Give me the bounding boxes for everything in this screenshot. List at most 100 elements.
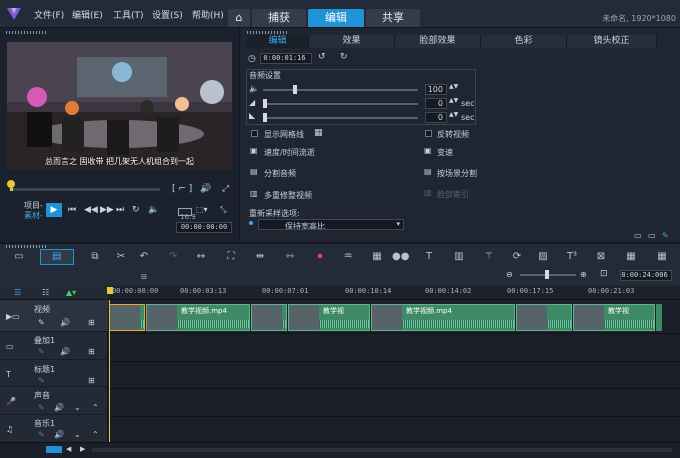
video-clip-partial[interactable] — [656, 304, 662, 331]
ripple-track-icon[interactable]: ⊞ — [88, 376, 95, 385]
show-all-tracks-icon[interactable]: ☰ — [14, 288, 21, 297]
grid-settings-icon[interactable]: ▦ — [314, 128, 323, 138]
subtitle-editor-icon[interactable]: ▥ — [452, 250, 466, 264]
timeline-view-button[interactable]: ▤ — [40, 249, 74, 265]
play-button[interactable]: ▶ — [46, 203, 62, 217]
reverse-video-checkbox[interactable] — [425, 130, 432, 137]
menu-edit[interactable]: 编辑(E) — [72, 8, 103, 21]
repeat-icon[interactable]: ↻ — [132, 205, 140, 215]
tools-icon[interactable]: ✂ — [114, 250, 128, 264]
snapshot-icon[interactable]: ⬚▾ — [196, 205, 208, 214]
split-screen-icon[interactable]: ▦ — [655, 250, 669, 264]
zoom-slider-thumb[interactable] — [545, 270, 549, 279]
motion-tracking-icon[interactable]: ●● — [392, 250, 409, 264]
menu-file[interactable]: 文件(F) — [34, 8, 64, 21]
tab-share[interactable]: 共享 — [366, 9, 420, 27]
fade-out-thumb[interactable] — [263, 113, 267, 122]
rotate-right-icon[interactable]: ↻ — [340, 52, 348, 62]
tab-face-effects[interactable]: 脸部效果 — [395, 35, 481, 48]
ripple-icon[interactable]: ⊟ — [137, 270, 151, 284]
scroll-indicator[interactable] — [46, 446, 62, 453]
video-preview[interactable]: 总而言之 固收带 把几架无人机组合到一起 — [7, 42, 232, 170]
edit-icon[interactable]: ✎ — [38, 376, 45, 385]
enlarge-icon[interactable]: ⤡ — [220, 205, 226, 215]
fade-out-stepper-icon[interactable]: ▲▼ — [449, 111, 458, 118]
next-frame-icon[interactable]: ▶▶ — [100, 205, 114, 215]
menu-help[interactable]: 帮助(H) — [192, 8, 224, 21]
variable-speed-button[interactable]: 变速 — [437, 147, 453, 158]
pan-zoom-icon[interactable]: ⛶ — [224, 250, 238, 264]
loop-icon[interactable]: ⟳ — [510, 250, 524, 264]
horizontal-scrollbar[interactable] — [92, 448, 672, 452]
fade-in-field[interactable]: 0 — [425, 98, 447, 109]
trim-markers[interactable]: [ ⌐ ] — [172, 184, 192, 194]
panel-view-icon[interactable]: ▭ — [634, 231, 642, 240]
audio-mixer-icon[interactable]: ♒ — [341, 250, 355, 264]
timeline-timecode[interactable]: 0:00:24:006 — [620, 270, 672, 281]
mask-icon[interactable]: ▨ — [536, 250, 550, 264]
clip-mode-label[interactable]: 素材- — [24, 210, 43, 221]
zoom-in-icon[interactable]: ⊕ — [580, 270, 587, 279]
fullscreen-icon[interactable]: ⤢ — [222, 184, 229, 194]
stop-motion-icon[interactable]: ▦ — [624, 250, 638, 264]
mute-icon[interactable]: 🔊 — [54, 403, 64, 412]
tab-edit-options[interactable]: 编辑 — [247, 35, 309, 48]
tab-edit[interactable]: 编辑 — [308, 9, 364, 27]
trim-icon[interactable]: ⇿ — [283, 250, 297, 264]
edit-icon[interactable]: ✎ — [38, 347, 45, 356]
volume-slider-thumb[interactable] — [293, 85, 297, 94]
edit-icon[interactable]: ✎ — [38, 318, 45, 327]
timecode-field[interactable]: 00:00:00:00 — [176, 222, 232, 233]
chevron-up-icon[interactable]: ⌃ — [92, 430, 99, 439]
redo-icon[interactable]: ↷ — [166, 250, 180, 264]
mute-icon[interactable]: 🔊 — [60, 318, 70, 327]
edit-icon[interactable]: ✎ — [38, 403, 45, 412]
undo-icon[interactable]: ↶ — [137, 250, 151, 264]
resample-dropdown[interactable]: 保持宽高比 ▾ — [258, 219, 404, 230]
add-track-icon[interactable]: ▲▾ — [66, 288, 76, 297]
tab-color[interactable]: 色彩 — [481, 35, 567, 48]
fit-timeline-icon[interactable]: ⊡ — [600, 269, 608, 279]
panel-folder-icon[interactable]: ▭ — [648, 231, 656, 240]
volume-field[interactable]: 100 — [425, 84, 447, 95]
split-by-scene-button[interactable]: 按场景分割 — [437, 168, 477, 179]
panel-edit-icon[interactable]: ✎ — [662, 231, 669, 240]
tab-capture[interactable]: 捕获 — [252, 9, 306, 27]
tab-lens-correction[interactable]: 镜头校正 — [567, 35, 657, 48]
3d-title-icon[interactable]: T³ — [565, 250, 579, 264]
multi-camera-icon[interactable]: ⚚ — [482, 250, 496, 264]
scroll-right-icon[interactable]: ▶ — [80, 445, 85, 453]
ripple-track-icon[interactable]: ⊞ — [88, 347, 95, 356]
prev-frame-icon[interactable]: ◀◀ — [84, 205, 98, 215]
show-grid-checkbox[interactable] — [251, 130, 258, 137]
fade-out-field[interactable]: 0 — [425, 112, 447, 123]
edit-icon[interactable]: ✎ — [38, 430, 45, 439]
menu-tools[interactable]: 工具(T) — [113, 8, 144, 21]
speed-time-lapse-button[interactable]: 速度/时间流逝 — [264, 147, 315, 158]
volume-stepper-icon[interactable]: ▲▼ — [449, 83, 458, 90]
speaker-icon[interactable]: 🔊 — [200, 184, 211, 194]
playhead-marker[interactable] — [107, 287, 113, 294]
menu-settings[interactable]: 设置(S) — [152, 8, 183, 21]
mute-icon[interactable]: 🔊 — [60, 347, 70, 356]
video-clip[interactable]: 教学视频.mp4 — [371, 304, 515, 331]
zoom-out-icon[interactable]: ⊖ — [506, 270, 513, 279]
video-clip[interactable]: 教学视频.mp4 — [146, 304, 250, 331]
face-index-button[interactable]: 脸部索引 — [437, 189, 469, 200]
video-clip[interactable]: 教学视 — [288, 304, 370, 331]
tab-effects[interactable]: 效果 — [309, 35, 395, 48]
duration-field[interactable]: 0:00:01:16 — [260, 53, 312, 64]
home-tab[interactable]: ⌂ — [228, 9, 250, 27]
track-manager-icon[interactable]: ⧉ — [88, 250, 102, 264]
mute-icon[interactable]: 🔊 — [54, 430, 64, 439]
rotate-left-icon[interactable]: ↺ — [318, 52, 326, 62]
record-icon[interactable]: ⏺ — [313, 250, 327, 264]
go-start-icon[interactable]: ⏮ — [68, 205, 76, 215]
ripple-track-icon[interactable]: ⊞ — [88, 318, 95, 327]
chevron-down-icon[interactable]: ⌄ — [74, 403, 81, 412]
fade-in-thumb[interactable] — [263, 99, 267, 108]
video-clip[interactable] — [516, 304, 572, 331]
track-list-icon[interactable]: ☷ — [42, 288, 49, 297]
video-clip[interactable] — [109, 304, 145, 331]
scroll-left-icon[interactable]: ◀ — [66, 445, 71, 453]
